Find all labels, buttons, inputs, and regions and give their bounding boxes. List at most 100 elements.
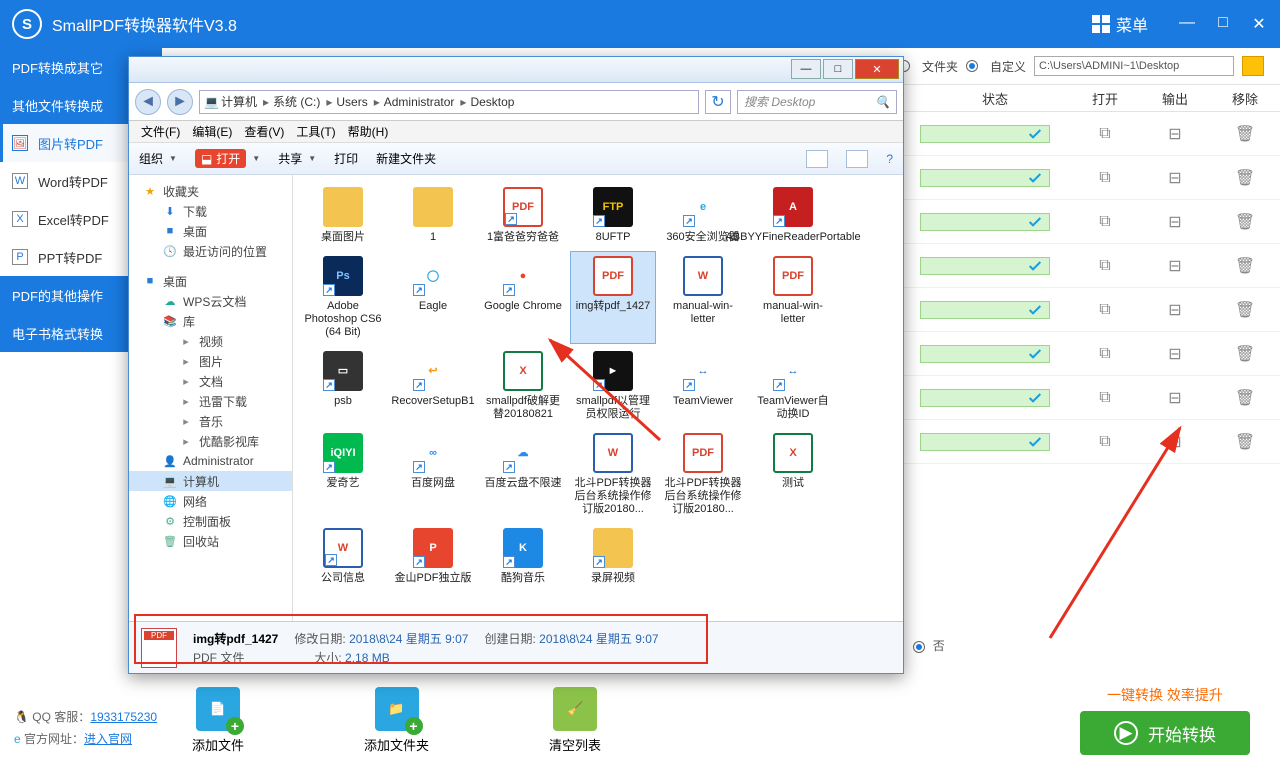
output-button[interactable]: ⊟ — [1140, 168, 1210, 188]
file-item[interactable]: K↗酷狗音乐 — [481, 524, 565, 589]
file-item[interactable]: iQIYI↗爱奇艺 — [301, 429, 385, 520]
explorer-sidebar-item[interactable]: 🌐网络 — [129, 491, 292, 511]
nav-forward-button[interactable]: ► — [167, 89, 193, 115]
file-item[interactable]: ∞↗百度网盘 — [391, 429, 475, 520]
file-item[interactable]: X测试 — [751, 429, 835, 520]
add-file-button[interactable]: 📄+ 添加文件 — [192, 687, 244, 754]
file-item[interactable]: FTP↗8UFTP — [571, 183, 655, 248]
breadcrumb-item[interactable]: 系统 (C:) — [273, 93, 334, 110]
file-item[interactable]: W北斗PDF转换器后台系统操作修订版20180... — [571, 429, 655, 520]
explorer-sidebar-item[interactable]: 🗑回收站 — [129, 531, 292, 551]
delete-button[interactable]: 🗑 — [1210, 388, 1280, 408]
explorer-close-icon[interactable]: ✕ — [855, 59, 899, 79]
file-item[interactable]: Ps↗Adobe Photoshop CS6 (64 Bit) — [301, 252, 385, 343]
menubar-item[interactable]: 编辑(E) — [188, 123, 236, 140]
output-button[interactable]: ⊟ — [1140, 388, 1210, 408]
delete-button[interactable]: 🗑 — [1210, 256, 1280, 276]
nav-back-button[interactable]: ◄ — [135, 89, 161, 115]
minimize-icon[interactable]: — — [1178, 14, 1196, 34]
output-button[interactable]: ⊟ — [1140, 344, 1210, 364]
explorer-sidebar-item[interactable]: ▸迅雷下载 — [129, 391, 292, 411]
explorer-sidebar-item[interactable]: ▸音乐 — [129, 411, 292, 431]
view-mode-button[interactable] — [806, 150, 828, 168]
share-button[interactable]: 共享▼ — [278, 150, 316, 167]
delete-button[interactable]: 🗑 — [1210, 300, 1280, 320]
clear-list-button[interactable]: 🧹 清空列表 — [549, 687, 601, 754]
open-button[interactable]: ⧉ — [1070, 125, 1140, 143]
file-item[interactable]: PDF北斗PDF转换器后台系统操作修订版20180... — [661, 429, 745, 520]
breadcrumb-item[interactable]: 计算机 — [221, 93, 271, 110]
print-button[interactable]: 打印 — [334, 150, 358, 167]
path-input[interactable]: C:\Users\ADMINI~1\Desktop — [1034, 56, 1234, 76]
open-button[interactable]: ⧉ — [1070, 257, 1140, 275]
new-folder-button[interactable]: 新建文件夹 — [376, 150, 436, 167]
organize-button[interactable]: 组织▼ — [139, 150, 177, 167]
explorer-sidebar-item[interactable]: ★收藏夹 — [129, 181, 292, 201]
maximize-icon[interactable]: □ — [1214, 14, 1232, 34]
delete-button[interactable]: 🗑 — [1210, 432, 1280, 452]
open-button[interactable]: ⧉ — [1070, 213, 1140, 231]
close-icon[interactable]: ✕ — [1250, 14, 1268, 34]
open-button[interactable]: ⧉ — [1070, 389, 1140, 407]
file-item[interactable]: PDFmanual-win-letter — [751, 252, 835, 343]
file-item[interactable]: ↔↗TeamViewer — [661, 347, 745, 425]
breadcrumb-item[interactable]: Users — [336, 95, 381, 109]
explorer-sidebar-item[interactable]: 👤Administrator — [129, 451, 292, 471]
delete-button[interactable]: 🗑 — [1210, 212, 1280, 232]
explorer-titlebar[interactable]: — □ ✕ — [129, 57, 903, 83]
file-item[interactable]: ↔↗TeamViewer自动换ID — [751, 347, 835, 425]
file-item[interactable]: ☁↗百度云盘不限速 — [481, 429, 565, 520]
open-button[interactable]: ⬓打开▼ — [195, 149, 260, 168]
delete-button[interactable]: 🗑 — [1210, 168, 1280, 188]
delete-button[interactable]: 🗑 — [1210, 344, 1280, 364]
file-item[interactable]: ↗录屏视频 — [571, 524, 655, 589]
start-convert-button[interactable]: ▶ 开始转换 — [1080, 711, 1250, 755]
menubar-item[interactable]: 帮助(H) — [344, 123, 393, 140]
explorer-sidebar-item[interactable]: ⬇下载 — [129, 201, 292, 221]
output-button[interactable]: ⊟ — [1140, 256, 1210, 276]
site-link[interactable]: 进入官网 — [84, 732, 132, 746]
open-button[interactable]: ⧉ — [1070, 433, 1140, 451]
explorer-sidebar-item[interactable]: ☁WPS云文档 — [129, 291, 292, 311]
file-item[interactable]: A↗ABBYYFineReaderPortable — [751, 183, 835, 248]
menubar-item[interactable]: 工具(T) — [292, 123, 339, 140]
menubar-item[interactable]: 查看(V) — [240, 123, 288, 140]
file-item[interactable]: 桌面图片 — [301, 183, 385, 248]
breadcrumb-item[interactable]: Administrator — [384, 95, 469, 109]
open-button[interactable]: ⧉ — [1070, 301, 1140, 319]
file-item[interactable]: ●↗Google Chrome — [481, 252, 565, 343]
add-folder-button[interactable]: 📁+ 添加文件夹 — [364, 687, 429, 754]
file-item[interactable]: ◯↗Eagle — [391, 252, 475, 343]
qq-link[interactable]: 1933175230 — [90, 710, 157, 724]
delete-button[interactable]: 🗑 — [1210, 124, 1280, 144]
open-button[interactable]: ⧉ — [1070, 169, 1140, 187]
explorer-sidebar-item[interactable]: ▸优酷影视库 — [129, 431, 292, 451]
explorer-sidebar-item[interactable]: 📚库 — [129, 311, 292, 331]
explorer-maximize-icon[interactable]: □ — [823, 59, 853, 79]
explorer-sidebar-item[interactable]: ▸视频 — [129, 331, 292, 351]
output-button[interactable]: ⊟ — [1140, 300, 1210, 320]
explorer-sidebar-item[interactable]: 💻计算机 — [129, 471, 292, 491]
file-item[interactable]: PDFimg转pdf_1427 — [571, 252, 655, 343]
menubar-item[interactable]: 文件(F) — [137, 123, 184, 140]
file-item[interactable]: Wmanual-win-letter — [661, 252, 745, 343]
menu-button[interactable]: 菜单 — [1082, 8, 1158, 40]
file-item[interactable]: ►↗smallpdf以管理员权限运行 — [571, 347, 655, 425]
no-radio[interactable]: 否 — [913, 637, 944, 654]
file-item[interactable]: PDF↗1富爸爸穷爸爸 — [481, 183, 565, 248]
file-item[interactable]: 1 — [391, 183, 475, 248]
file-item[interactable]: Xsmallpdf破解更替20180821 — [481, 347, 565, 425]
output-button[interactable]: ⊟ — [1140, 124, 1210, 144]
output-button[interactable]: ⊟ — [1140, 432, 1210, 452]
explorer-minimize-icon[interactable]: — — [791, 59, 821, 79]
explorer-sidebar-item[interactable]: ■桌面 — [129, 271, 292, 291]
explorer-sidebar-item[interactable]: ■桌面 — [129, 221, 292, 241]
explorer-sidebar-item[interactable]: ⚙控制面板 — [129, 511, 292, 531]
refresh-button[interactable]: ↻ — [705, 90, 731, 114]
file-item[interactable]: P↗金山PDF独立版 — [391, 524, 475, 589]
breadcrumb[interactable]: 💻 计算机系统 (C:)UsersAdministratorDesktop — [199, 90, 699, 114]
explorer-sidebar-item[interactable]: 🕓最近访问的位置 — [129, 241, 292, 261]
help-icon[interactable]: ? — [886, 152, 893, 166]
explorer-sidebar-item[interactable]: ▸文档 — [129, 371, 292, 391]
file-item[interactable]: W↗公司信息 — [301, 524, 385, 589]
